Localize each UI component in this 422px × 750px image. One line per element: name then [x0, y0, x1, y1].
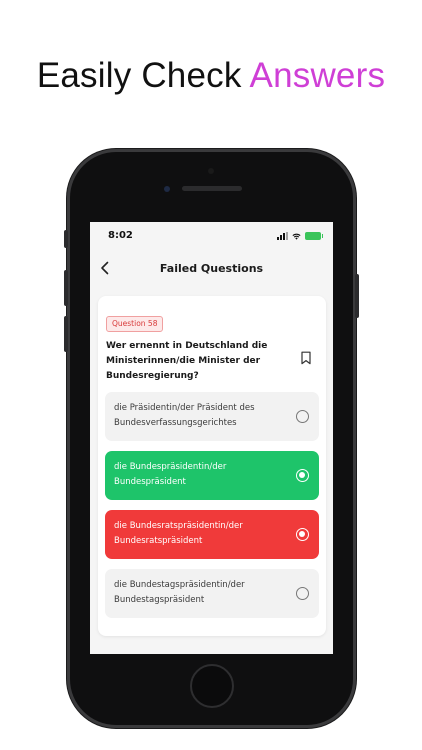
page-title: Failed Questions [159, 262, 264, 275]
answer-option-2-correct[interactable]: die Bundespräsidentin/der Bundespräsiden… [105, 451, 319, 500]
nav-bar: Failed Questions [90, 258, 333, 280]
wifi-icon [292, 233, 301, 240]
answer-option-text: die Bundestagspräsidentin/der Bundestags… [114, 580, 245, 605]
question-number-badge: Question 58 [106, 316, 164, 332]
question-card: Question 58 Wer ernennt in Deutschland d… [98, 296, 326, 636]
bookmark-icon[interactable] [300, 351, 312, 365]
answer-option-text: die Bundespräsidentin/der Bundespräsiden… [114, 462, 227, 487]
phone-frame: 8:02 Failed Questions Question 58 Wer er… [64, 152, 359, 725]
home-button[interactable] [190, 664, 234, 708]
radio-icon [296, 410, 309, 423]
power-button [355, 274, 359, 318]
radio-selected-icon [296, 469, 309, 482]
mute-switch [64, 230, 68, 248]
status-bar: 8:02 [108, 230, 323, 244]
headline: Easily Check Answers [0, 56, 422, 96]
app-screen: 8:02 Failed Questions Question 58 Wer er… [90, 222, 333, 654]
status-icons [277, 232, 323, 240]
headline-accent: Answers [249, 56, 386, 95]
answer-option-4[interactable]: die Bundestagspräsidentin/der Bundestags… [105, 569, 319, 618]
radio-icon [296, 587, 309, 600]
volume-up-button [64, 270, 68, 306]
answer-option-text: die Bundesratspräsidentin/der Bundesrats… [114, 521, 243, 546]
battery-icon [305, 232, 323, 240]
headline-prefix: Easily Check [36, 56, 242, 95]
front-camera [164, 186, 170, 192]
signal-icon [277, 232, 288, 240]
status-time: 8:02 [108, 230, 133, 241]
question-text: Wer ernennt in Deutschland die Ministeri… [106, 341, 268, 381]
earpiece-speaker [182, 186, 242, 191]
volume-down-button [64, 316, 68, 352]
answer-option-1[interactable]: die Präsidentin/der Präsident des Bundes… [105, 392, 319, 441]
radio-selected-icon [296, 528, 309, 541]
proximity-sensor [208, 168, 214, 174]
answer-option-3-wrong[interactable]: die Bundesratspräsidentin/der Bundesrats… [105, 510, 319, 559]
answer-option-text: die Präsidentin/der Präsident des Bundes… [114, 403, 255, 428]
